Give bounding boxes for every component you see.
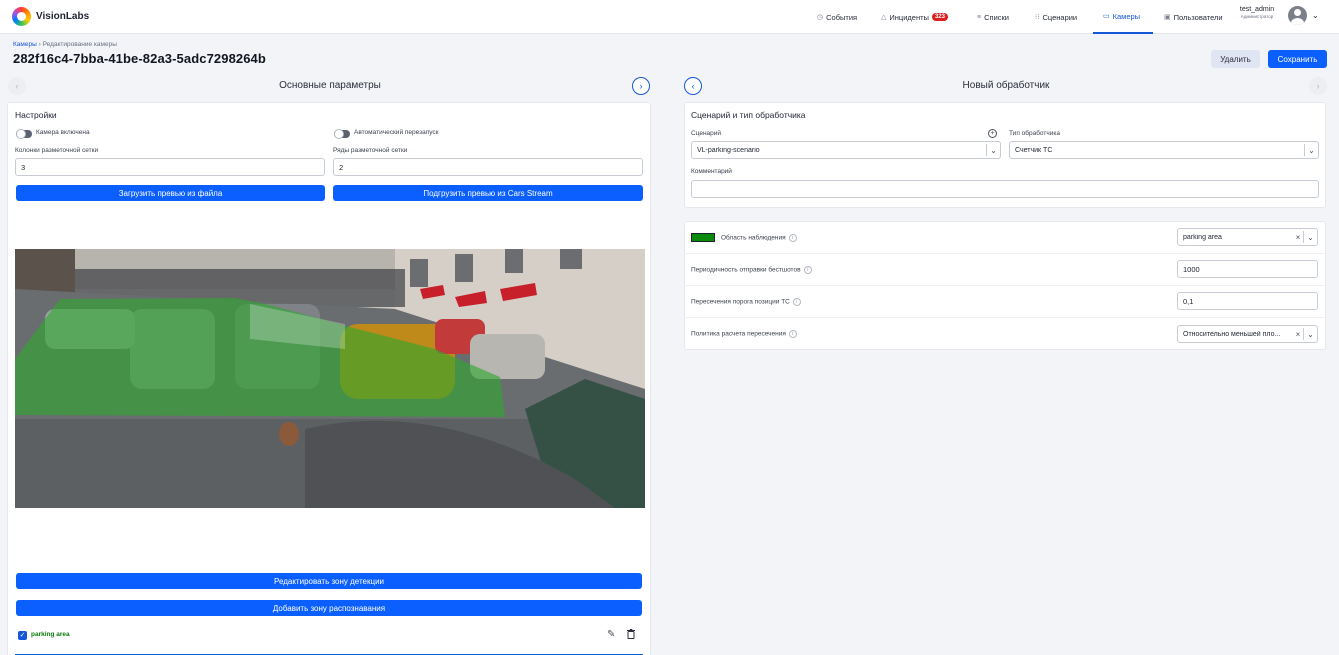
scenario-select-value: VL-parking-scenario xyxy=(697,146,760,154)
handler-type-select-value: Счетчик ТС xyxy=(1015,146,1053,154)
camera-preview-image[interactable] xyxy=(15,249,645,508)
camera-enabled-toggle[interactable] xyxy=(16,129,32,139)
position-threshold-label-text: Пересечения порога позиции ТС xyxy=(691,298,790,306)
users-icon: ▣ xyxy=(1164,14,1171,21)
observation-area-color-swatch[interactable] xyxy=(691,233,715,242)
bestshot-period-input[interactable] xyxy=(1177,260,1318,278)
info-icon: i xyxy=(788,234,797,242)
breadcrumb-cameras-link[interactable]: Камеры xyxy=(13,41,37,48)
chevron-down-icon: ⌄ xyxy=(1307,329,1314,339)
nav-events-label: События xyxy=(826,12,858,22)
info-icon: i xyxy=(788,330,797,338)
add-recognition-zone-button[interactable]: Добавить зону распознавания xyxy=(16,600,642,616)
intersection-policy-select-value: Относительно меньшей пло... xyxy=(1183,330,1281,338)
edit-detection-zone-button[interactable]: Редактировать зону детекции xyxy=(16,573,642,589)
comment-input[interactable] xyxy=(691,180,1319,198)
right-section-title: Новый обработчик xyxy=(962,80,1050,91)
scenario-label: Сценарий xyxy=(691,130,722,137)
nav-lists-label: Списки xyxy=(984,12,1009,22)
breadcrumb: Камеры › Редактирование камеры xyxy=(13,41,117,48)
nav-events[interactable]: ◷ События xyxy=(817,0,857,34)
auto-restart-toggle[interactable] xyxy=(334,129,350,139)
edit-pencil-icon[interactable]: ✎ xyxy=(607,629,615,640)
handler-type-select[interactable]: Счетчик ТС ⌄ xyxy=(1009,141,1319,159)
intersection-policy-label-text: Политика расчета пересечения xyxy=(691,330,786,338)
grid-rows-input[interactable] xyxy=(333,158,643,176)
list-icon: ≡ xyxy=(977,13,982,21)
row-divider xyxy=(684,317,1326,318)
clear-icon[interactable]: × xyxy=(1293,330,1303,339)
handler-type-label: Тип обработчика xyxy=(1009,130,1061,137)
top-navigation-bar: VisionLabs ◷ События △ Инциденты 323 ≡ С… xyxy=(0,0,1339,34)
app-logo[interactable]: VisionLabs xyxy=(12,6,89,26)
settings-title: Настройки xyxy=(15,110,57,120)
scenario-icon: ⁝⁝ xyxy=(1035,14,1040,21)
intersection-policy-select[interactable]: Относительно меньшей пло... × ⌄ xyxy=(1177,325,1318,343)
scenario-select[interactable]: VL-parking-scenario ⌄ xyxy=(691,141,1001,159)
clear-icon[interactable]: × xyxy=(1293,233,1303,242)
chevron-down-icon: ⌄ xyxy=(990,145,997,155)
page-title: 282f16c4-7bba-41be-82a3-5adc7298264b xyxy=(13,51,266,66)
user-name: test_admin xyxy=(1239,6,1275,13)
observation-area-label: Область наблюдения i xyxy=(721,234,797,242)
app-name: VisionLabs xyxy=(36,10,90,22)
info-icon: i xyxy=(792,298,801,306)
user-info[interactable]: test_admin Администратор xyxy=(1236,6,1278,20)
load-preview-stream-button[interactable]: Подгрузить превью из Cars Stream xyxy=(333,185,643,201)
position-threshold-input[interactable] xyxy=(1177,292,1318,310)
delete-trash-icon[interactable] xyxy=(627,629,635,639)
camera-icon: ▭ xyxy=(1103,13,1110,20)
left-next-icon[interactable]: › xyxy=(632,77,650,95)
nav-incidents[interactable]: △ Инциденты 323 xyxy=(881,0,948,34)
bestshot-period-label: Периодичность отправки бестшотов i xyxy=(691,266,812,274)
info-icon: i xyxy=(803,266,812,274)
delete-button[interactable]: Удалить xyxy=(1211,50,1260,68)
camera-enabled-label: Камера включена xyxy=(36,129,90,136)
row-divider xyxy=(684,253,1326,254)
nav-incidents-label: Инциденты xyxy=(889,12,929,22)
zone-checkbox[interactable]: ✓ xyxy=(18,631,27,640)
position-threshold-label: Пересечения порога позиции ТС i xyxy=(691,298,801,306)
user-role: Администратор xyxy=(1240,14,1274,19)
camera-preview-scene xyxy=(15,249,645,508)
breadcrumb-current: Редактирование камеры xyxy=(42,41,117,48)
chevron-down-icon: ⌄ xyxy=(1307,232,1314,242)
zone-name: parking area xyxy=(31,631,70,638)
comment-label: Комментарий xyxy=(691,168,732,175)
clock-icon: ◷ xyxy=(817,14,824,21)
observation-area-select[interactable]: parking area × ⌄ xyxy=(1177,228,1318,246)
auto-restart-label: Автоматический перезапуск xyxy=(354,129,439,136)
nav-cameras[interactable]: ▭ Камеры xyxy=(1093,0,1153,34)
incidents-count-badge: 323 xyxy=(931,13,948,21)
avatar-icon[interactable] xyxy=(1288,6,1307,25)
nav-cameras-label: Камеры xyxy=(1112,11,1141,21)
nav-users[interactable]: ▣ Пользователи xyxy=(1164,0,1223,34)
handler-section-title: Сценарий и тип обработчика xyxy=(691,110,806,120)
row-divider xyxy=(684,285,1326,286)
breadcrumb-separator: › xyxy=(38,41,41,48)
chevron-down-icon[interactable]: ⌄ xyxy=(1312,11,1319,20)
right-next-icon[interactable]: › xyxy=(1309,77,1327,95)
chevron-down-icon: ⌄ xyxy=(1308,145,1315,155)
grid-cols-input[interactable] xyxy=(15,158,325,176)
visionlabs-logo-icon xyxy=(12,6,31,26)
nav-lists[interactable]: ≡ Списки xyxy=(977,0,1009,34)
nav-scenarios-label: Сценарии xyxy=(1042,12,1078,22)
save-button[interactable]: Сохранить xyxy=(1268,50,1327,68)
intersection-policy-label: Политика расчета пересечения i xyxy=(691,330,797,338)
nav-scenarios[interactable]: ⁝⁝ Сценарии xyxy=(1035,0,1077,34)
bestshot-period-label-text: Периодичность отправки бестшотов xyxy=(691,266,801,274)
left-prev-icon[interactable]: ‹ xyxy=(8,77,26,95)
right-prev-icon[interactable]: ‹ xyxy=(684,77,702,95)
nav-users-label: Пользователи xyxy=(1173,12,1223,22)
add-scenario-icon[interactable]: + xyxy=(988,129,997,138)
grid-cols-label: Колонки разметочной сетки xyxy=(15,147,99,154)
grid-rows-label: Ряды разметочной сетки xyxy=(333,147,408,154)
warning-icon: △ xyxy=(881,14,887,21)
trash-icon-glyph xyxy=(627,629,635,639)
left-section-title: Основные параметры xyxy=(279,80,381,91)
load-preview-file-button[interactable]: Загрузить превью из файла xyxy=(16,185,325,201)
observation-area-label-text: Область наблюдения xyxy=(721,234,786,242)
observation-area-select-value: parking area xyxy=(1183,233,1222,241)
